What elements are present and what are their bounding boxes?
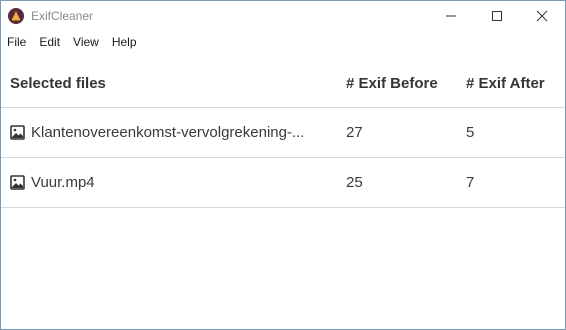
table-row[interactable]: Klantenovereenkomst-vervolgrekening-... … (1, 108, 565, 158)
file-cell: Vuur.mp4 (10, 158, 330, 207)
maximize-icon (492, 11, 502, 21)
exif-after-count: 7 (466, 174, 475, 191)
window-title: ExifCleaner (31, 9, 94, 23)
minimize-button[interactable] (428, 1, 474, 31)
menu-help[interactable]: Help (106, 31, 144, 53)
app-logo-icon (8, 8, 24, 24)
title-bar[interactable]: ExifCleaner (1, 1, 565, 31)
menu-edit[interactable]: Edit (33, 31, 67, 53)
app-window: ExifCleaner File Edit View Help Selected… (0, 0, 566, 330)
file-name: Klantenovereenkomst-vervolgrekening-... (31, 124, 305, 141)
files-table: Selected files # Exif Before # Exif Afte… (1, 59, 565, 208)
menu-file[interactable]: File (1, 31, 33, 53)
minimize-icon (446, 15, 456, 17)
close-button[interactable] (519, 1, 565, 31)
exif-after-count: 5 (466, 124, 475, 141)
file-cell: Klantenovereenkomst-vervolgrekening-... (10, 108, 330, 157)
file-name: Vuur.mp4 (31, 174, 95, 191)
image-file-icon (10, 125, 25, 140)
table-header: Selected files # Exif Before # Exif Afte… (1, 59, 565, 108)
menu-bar: File Edit View Help (1, 31, 565, 53)
header-exif-before: # Exif Before (346, 74, 438, 92)
exif-before-count: 27 (346, 124, 363, 141)
maximize-button[interactable] (474, 1, 520, 31)
header-selected-files: Selected files (10, 74, 106, 92)
menu-view[interactable]: View (67, 31, 106, 53)
header-exif-after: # Exif After (466, 74, 545, 92)
close-icon (536, 10, 548, 22)
exif-before-count: 25 (346, 174, 363, 191)
table-row[interactable]: Vuur.mp4 25 7 (1, 158, 565, 208)
image-file-icon (10, 175, 25, 190)
